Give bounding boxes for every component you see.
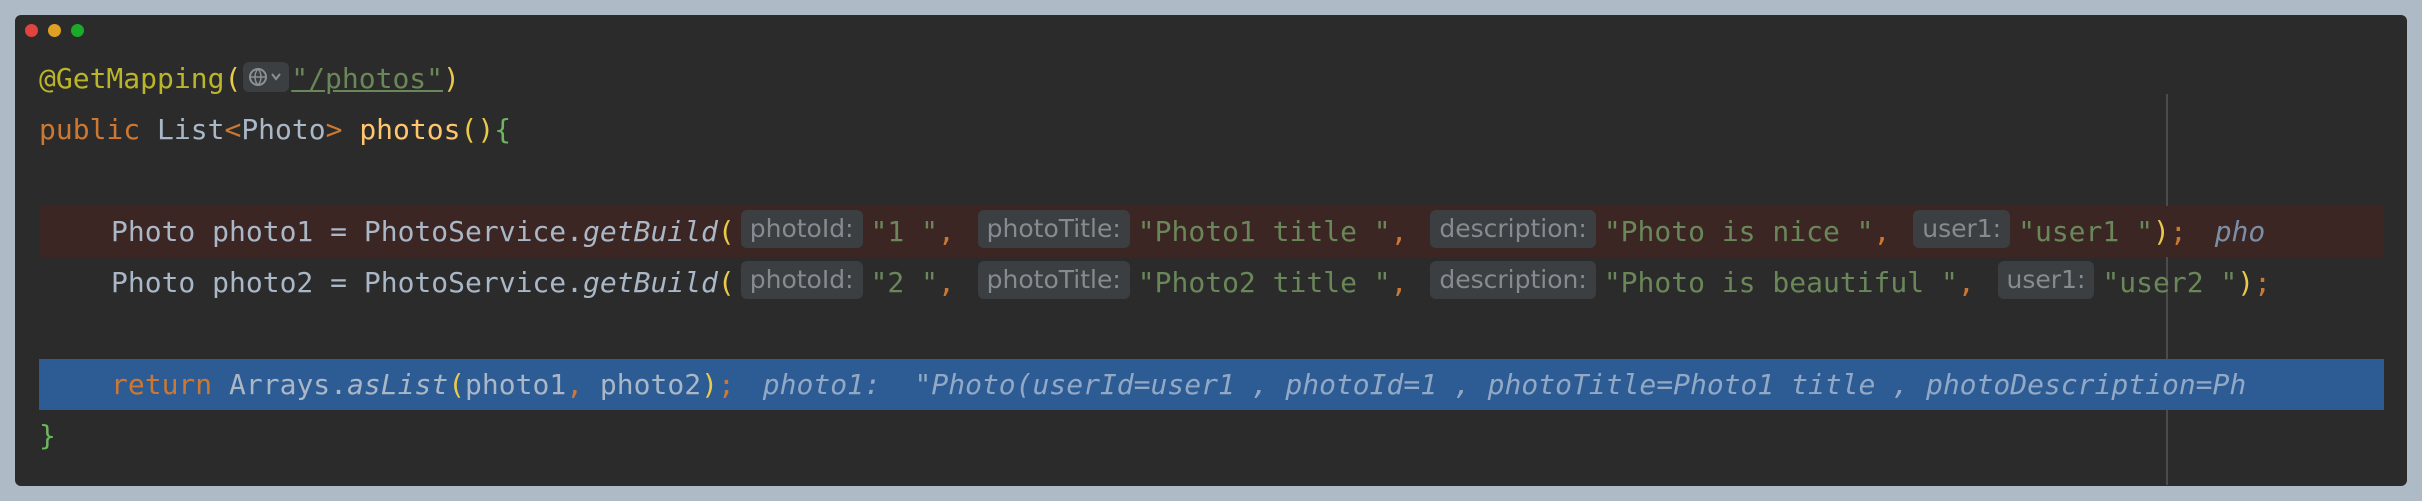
comma: ,	[1873, 215, 1908, 248]
param-hint-description: description:	[1430, 210, 1596, 248]
inline-debug-value: pho	[2214, 215, 2266, 248]
type-photo: Photo	[241, 113, 326, 146]
comma: ,	[1390, 266, 1425, 299]
arg-user: "user2 "	[2102, 266, 2238, 299]
minimize-window-button[interactable]	[48, 24, 61, 37]
param-hint-user1: user1:	[1913, 210, 2011, 248]
arg-phototitle: "Photo2 title "	[1137, 266, 1391, 299]
code-line-photo2[interactable]: Photo photo2 = PhotoService.getBuild(pho…	[39, 257, 2384, 308]
arg-photoid: "2 "	[870, 266, 938, 299]
method-getbuild: getBuild	[583, 266, 718, 299]
param-hint-phototitle: photoTitle:	[977, 261, 1130, 299]
generic-close: >	[325, 113, 343, 146]
comma: ,	[1390, 215, 1425, 248]
method-parens: ()	[460, 113, 495, 146]
arg-user: "user1 "	[2018, 215, 2153, 248]
url-path-link[interactable]: "/photos"	[291, 62, 443, 95]
declaration-photo2: Photo photo2 = PhotoService.	[111, 266, 584, 299]
close-paren: )	[2237, 266, 2255, 299]
param-hint-photoid: photoId:	[740, 261, 863, 299]
class-arrays: Arrays.	[229, 368, 348, 401]
close-paren: )	[701, 368, 718, 401]
semicolon: ;	[717, 368, 735, 401]
declaration-photo1: Photo photo1 = PhotoService.	[111, 215, 584, 248]
type-list: List	[157, 113, 225, 146]
semicolon: ;	[2254, 266, 2271, 299]
comma: ,	[566, 368, 600, 401]
open-paren: (	[224, 62, 242, 95]
code-line-photo1[interactable]: Photo photo1 = PhotoService.getBuild(pho…	[39, 206, 2384, 257]
method-aslist: asList	[347, 368, 449, 401]
method-name-photos: photos	[359, 113, 461, 146]
code-line-return[interactable]: return Arrays.asList(photo1, photo2); pho…	[39, 359, 2384, 410]
arg-photo1: photo1	[465, 368, 567, 401]
code-editor[interactable]: @GetMapping("/photos") public List<Photo…	[39, 45, 2384, 485]
arg-photoid: "1 "	[870, 215, 938, 248]
keyword-return: return	[111, 368, 230, 401]
zoom-window-button[interactable]	[71, 24, 84, 37]
open-brace: {	[494, 113, 512, 146]
param-hint-photoid: photoId:	[740, 210, 863, 248]
close-paren: )	[443, 62, 460, 95]
inline-debug-value: photo1: "Photo(userId=user1 , photoId=1 …	[762, 368, 2247, 401]
arg-description: "Photo is nice "	[1603, 215, 1874, 248]
close-paren: )	[2152, 215, 2170, 248]
code-line-2[interactable]: public List<Photo> photos(){	[39, 104, 2384, 155]
open-paren: (	[448, 368, 466, 401]
semicolon: ;	[2169, 215, 2187, 248]
keyword-public: public	[39, 113, 158, 146]
param-hint-description: description:	[1430, 261, 1596, 299]
arg-photo2: photo2	[599, 368, 702, 401]
comma: ,	[937, 266, 972, 299]
open-paren: (	[717, 215, 735, 248]
open-paren: (	[717, 266, 735, 299]
arg-phototitle: "Photo1 title "	[1137, 215, 1391, 248]
method-getbuild: getBuild	[583, 215, 718, 248]
globe-icon[interactable]	[243, 62, 290, 92]
editor-window: @GetMapping("/photos") public List<Photo…	[15, 15, 2407, 486]
comma: ,	[937, 215, 972, 248]
annotation-getmapping: @GetMapping	[39, 62, 225, 95]
code-line-1[interactable]: @GetMapping( "/photos")	[39, 53, 2384, 104]
code-line-close[interactable]: }	[39, 410, 2384, 461]
param-hint-user1: user1:	[1997, 261, 2095, 299]
param-hint-phototitle: photoTitle:	[977, 210, 1130, 248]
arg-description: "Photo is beautiful "	[1603, 266, 1958, 299]
close-window-button[interactable]	[25, 24, 38, 37]
close-brace: }	[39, 419, 56, 452]
comma: ,	[1957, 266, 1992, 299]
generic-open: <	[224, 113, 242, 146]
